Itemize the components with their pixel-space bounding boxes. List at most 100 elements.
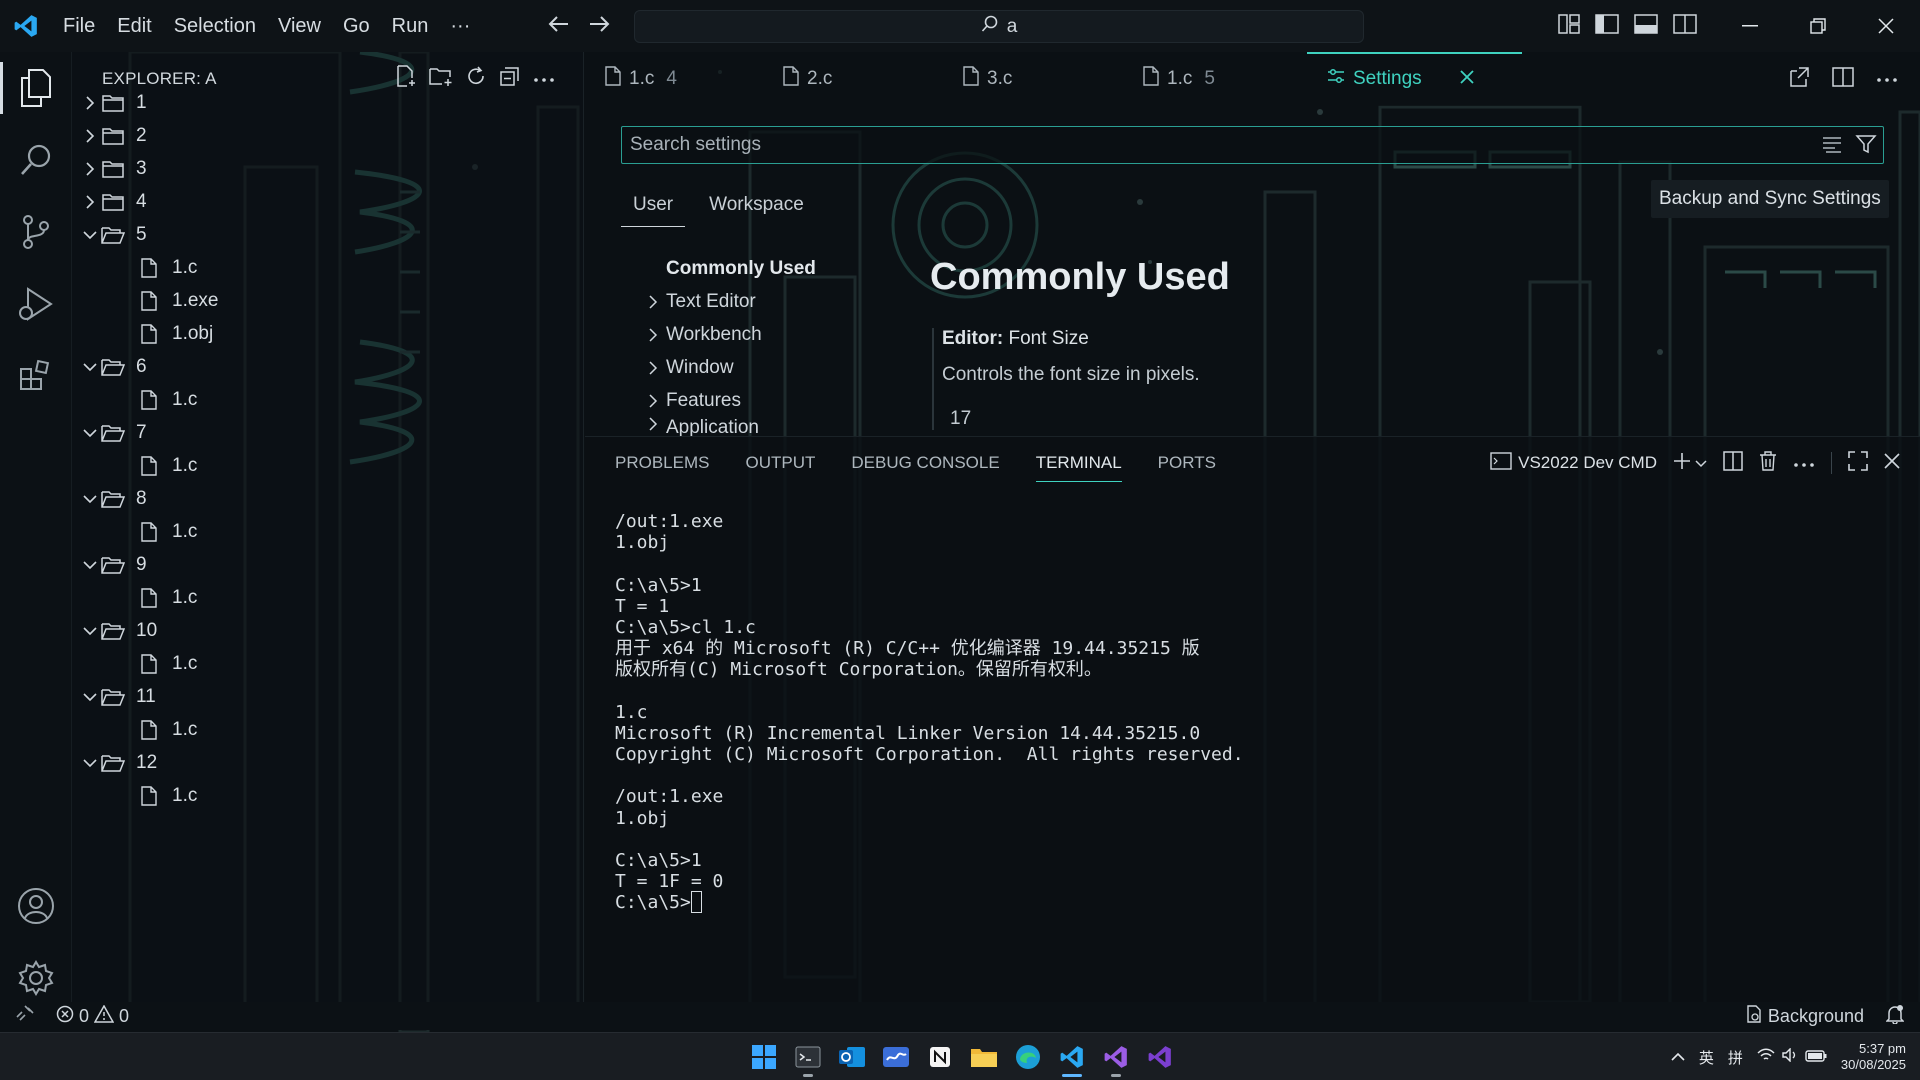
- menu-more[interactable]: ···: [439, 0, 481, 52]
- scope-tab-workspace[interactable]: Workspace: [697, 190, 816, 227]
- split-editor-icon[interactable]: [1832, 66, 1854, 92]
- tab-debug-console[interactable]: DEBUG CONSOLE: [851, 453, 999, 482]
- terminal-output[interactable]: /out:1.exe 1.obj C:\a\5>1 T = 1 C:\a\5>cl 1.…: [615, 509, 1244, 916]
- file-item[interactable]: 1.c: [72, 581, 584, 614]
- folder-item[interactable]: 2: [72, 119, 584, 152]
- kill-terminal-icon[interactable]: [1759, 450, 1777, 476]
- file-item[interactable]: 1.obj: [72, 317, 584, 350]
- folder-item[interactable]: 3: [72, 152, 584, 185]
- file-item[interactable]: 1.c: [72, 713, 584, 746]
- clear-filter-icon[interactable]: [1821, 133, 1843, 160]
- explorer-icon[interactable]: [0, 52, 72, 124]
- terminal-profile-selector[interactable]: VS2022 Dev CMD: [1490, 451, 1657, 475]
- folder-item[interactable]: 5: [72, 218, 584, 251]
- tab-1c-a[interactable]: 1.c 4: [605, 52, 677, 106]
- file-item[interactable]: 1.exe: [72, 284, 584, 317]
- notion-app-icon[interactable]: [924, 1037, 956, 1077]
- folder-item[interactable]: 9: [72, 548, 584, 581]
- file-item[interactable]: 1.c: [72, 383, 584, 416]
- forward-arrow-icon[interactable]: [588, 15, 610, 38]
- source-control-icon[interactable]: [0, 196, 72, 268]
- menu-go[interactable]: Go: [332, 0, 381, 52]
- editor-more-icon[interactable]: [1876, 70, 1898, 88]
- file-item[interactable]: 1.c: [72, 449, 584, 482]
- file-explorer-app-icon[interactable]: [968, 1037, 1000, 1077]
- problems-status[interactable]: 0 0: [56, 1003, 129, 1028]
- tab-1c-b[interactable]: 1.c 5: [1143, 52, 1215, 106]
- file-item[interactable]: 1.c: [72, 251, 584, 284]
- menu-selection[interactable]: Selection: [163, 0, 267, 52]
- toc-workbench[interactable]: Workbench: [640, 318, 920, 351]
- ime-mode-indicator[interactable]: 拼: [1728, 1047, 1743, 1068]
- more-actions-icon[interactable]: [533, 70, 555, 88]
- folder-item[interactable]: 11: [72, 680, 584, 713]
- toggle-secondary-sidebar-icon[interactable]: [1673, 13, 1697, 39]
- close-tab-icon[interactable]: [1460, 68, 1474, 90]
- folder-item[interactable]: 6: [72, 350, 584, 383]
- split-terminal-icon[interactable]: [1723, 450, 1743, 476]
- menu-edit[interactable]: Edit: [106, 0, 162, 52]
- tab-terminal[interactable]: TERMINAL: [1035, 453, 1122, 482]
- terminal-app-icon[interactable]: [792, 1037, 824, 1077]
- menu-view[interactable]: View: [267, 0, 332, 52]
- toc-features[interactable]: Features: [640, 384, 920, 417]
- open-settings-json-icon[interactable]: [1788, 66, 1810, 93]
- toc-commonly-used[interactable]: Commonly Used: [640, 252, 920, 285]
- toc-application[interactable]: Application: [640, 417, 920, 437]
- filter-icon[interactable]: [1855, 133, 1877, 160]
- file-item[interactable]: 1.c: [72, 647, 584, 680]
- background-status[interactable]: Background: [1745, 1004, 1864, 1028]
- toc-text-editor[interactable]: Text Editor: [640, 285, 920, 318]
- search-view-icon[interactable]: [0, 124, 72, 196]
- remote-icon[interactable]: [16, 1004, 34, 1028]
- tab-problems[interactable]: PROBLEMS: [615, 453, 709, 482]
- back-arrow-icon[interactable]: [548, 15, 570, 38]
- start-button[interactable]: [748, 1037, 780, 1077]
- menu-file[interactable]: File: [52, 0, 106, 52]
- close-window-button[interactable]: [1852, 0, 1920, 52]
- maximize-panel-icon[interactable]: [1848, 450, 1868, 476]
- tab-2c[interactable]: 2.c: [783, 52, 832, 106]
- run-debug-icon[interactable]: [0, 268, 72, 340]
- tab-ports[interactable]: PORTS: [1158, 453, 1216, 482]
- tab-3c[interactable]: 3.c: [963, 52, 1012, 106]
- settings-search-input[interactable]: [630, 130, 1780, 160]
- ime-language-indicator[interactable]: 英: [1699, 1047, 1714, 1068]
- toc-window[interactable]: Window: [640, 351, 920, 384]
- folder-item[interactable]: 8: [72, 482, 584, 515]
- accounts-icon[interactable]: [0, 870, 72, 942]
- visual-studio-app-icon[interactable]: [1100, 1037, 1132, 1077]
- backup-sync-button[interactable]: Backup and Sync Settings: [1651, 180, 1889, 218]
- command-center-search[interactable]: a: [634, 10, 1364, 43]
- customize-layout-icon[interactable]: [1558, 13, 1580, 39]
- folder-item[interactable]: 12: [72, 746, 584, 779]
- tab-settings[interactable]: Settings: [1307, 52, 1522, 106]
- visual-studio-preview-app-icon[interactable]: [1144, 1037, 1176, 1077]
- new-terminal-button[interactable]: [1673, 452, 1707, 475]
- clock[interactable]: 5:37 pm 30/08/2025: [1841, 1041, 1906, 1073]
- outlook-app-icon[interactable]: [836, 1037, 868, 1077]
- extensions-icon[interactable]: [0, 340, 72, 412]
- quick-settings[interactable]: [1757, 1047, 1827, 1066]
- tab-output[interactable]: OUTPUT: [745, 453, 815, 482]
- toggle-panel-icon[interactable]: [1634, 13, 1658, 39]
- whiteboard-app-icon[interactable]: [880, 1037, 912, 1077]
- file-item[interactable]: 1.c: [72, 515, 584, 548]
- restore-button[interactable]: [1784, 0, 1852, 52]
- vscode-app-icon[interactable]: [1056, 1037, 1088, 1077]
- folder-item[interactable]: 10: [72, 614, 584, 647]
- file-item[interactable]: 1.c: [72, 779, 584, 812]
- notifications-bell-icon[interactable]: [1885, 1004, 1905, 1029]
- minimize-button[interactable]: [1716, 0, 1784, 52]
- toggle-primary-sidebar-icon[interactable]: [1595, 13, 1619, 39]
- chevron-up-icon[interactable]: [1671, 1049, 1685, 1066]
- folder-item[interactable]: 4: [72, 185, 584, 218]
- edge-app-icon[interactable]: [1012, 1037, 1044, 1077]
- close-panel-icon[interactable]: [1884, 452, 1900, 474]
- scope-tab-user[interactable]: User: [621, 190, 686, 227]
- folder-item[interactable]: 7: [72, 416, 584, 449]
- font-size-input[interactable]: 17: [950, 408, 1832, 430]
- menu-run[interactable]: Run: [381, 0, 440, 52]
- folder-item[interactable]: 1: [72, 86, 584, 119]
- panel-more-icon[interactable]: [1793, 453, 1815, 473]
